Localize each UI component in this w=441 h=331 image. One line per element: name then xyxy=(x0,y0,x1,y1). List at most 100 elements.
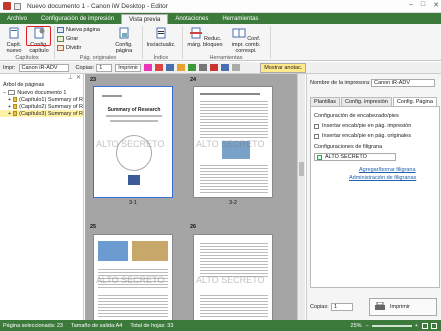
shape-icon[interactable] xyxy=(188,64,197,71)
tree-root[interactable]: − Nuevo documento 1 xyxy=(0,89,83,96)
watermark: ALTO SECRETO xyxy=(196,139,265,149)
select-icon[interactable] xyxy=(232,64,241,71)
tab-config-pagina-pane[interactable]: Config. Página xyxy=(392,97,437,106)
watermark-admin-link[interactable]: Administración de filigranas xyxy=(349,175,416,181)
index-insert-icon xyxy=(156,27,166,39)
copias-label: Copias: xyxy=(75,64,95,71)
tab-herramientas[interactable]: Herramientas xyxy=(215,14,265,24)
expand-icon[interactable]: + xyxy=(8,104,11,110)
tab-archivo[interactable]: Archivo xyxy=(0,14,34,24)
mostrar-anotac-button[interactable]: Mostrar anotac. xyxy=(260,62,307,73)
watermark-combo[interactable]: ALTO SECRETO xyxy=(314,153,396,161)
expand-icon[interactable]: + xyxy=(8,97,11,103)
preview-scrollbar[interactable] xyxy=(297,74,305,320)
tree-item-chapter1[interactable]: + (Capítulo1) Summary of R xyxy=(0,96,83,103)
zoom-out-icon[interactable]: − xyxy=(366,323,369,329)
page-number: 25 xyxy=(90,224,97,230)
tab-config-impresion-pane[interactable]: Config. impresión xyxy=(341,97,392,106)
printer-name-combo[interactable]: Canon iR-ADV xyxy=(371,79,435,87)
group-indice: Índice xyxy=(153,55,169,61)
watermark: ALTO SECRETO xyxy=(96,275,165,285)
nueva-pagina-button[interactable]: Nueva página xyxy=(57,27,100,33)
copies-field[interactable]: 1 xyxy=(331,303,353,311)
page-caption: 3-2 xyxy=(229,200,237,206)
page-number: 26 xyxy=(190,224,197,230)
combined-print-icon xyxy=(232,28,246,38)
separator xyxy=(270,26,271,59)
pin-icon[interactable]: ⊥ xyxy=(68,74,73,82)
line-icon[interactable] xyxy=(199,64,208,71)
tab-vista-previa[interactable]: Vista previa xyxy=(121,14,169,24)
page-thumb-23[interactable]: Summary of Research ALTO SECRETO xyxy=(93,86,173,198)
annotation-icon[interactable] xyxy=(144,64,153,71)
scrollbar-thumb[interactable] xyxy=(299,162,304,176)
ribbon-tabs: Archivo Configuración de impresión Vista… xyxy=(0,13,441,24)
photo-image xyxy=(132,241,168,261)
tab-plantillas[interactable]: Plantillas xyxy=(310,97,341,106)
tab-anotaciones[interactable]: Anotaciones xyxy=(168,14,215,24)
close-pane-icon[interactable]: ✕ xyxy=(76,74,81,82)
print-button[interactable]: Imprimir xyxy=(369,298,437,316)
expand-icon[interactable]: + xyxy=(8,111,11,117)
add-delete-watermark-link[interactable]: Agregar/borrar filigrana xyxy=(359,167,416,173)
app-icon xyxy=(3,2,11,10)
printer-name-label: Nombre de la impresora: xyxy=(310,80,371,86)
photo-image xyxy=(98,241,128,261)
collapse-icon[interactable]: − xyxy=(3,90,6,96)
settings-body: Configuración de encabezado/pies Inserta… xyxy=(310,106,440,288)
page-thumb-25[interactable]: ALTO SECRETO xyxy=(93,234,173,320)
close-button[interactable]: ✕ xyxy=(433,1,439,9)
move-icon[interactable] xyxy=(221,64,230,71)
dividir-button[interactable]: Dividir xyxy=(57,45,81,51)
page-number: 24 xyxy=(190,77,197,83)
document-icon xyxy=(8,90,16,95)
text-icon[interactable] xyxy=(166,64,175,71)
copias-field[interactable]: 1 xyxy=(96,63,113,72)
delete-icon[interactable] xyxy=(210,64,219,71)
new-chapter-icon xyxy=(9,27,19,39)
copies-label: Copias: xyxy=(310,304,329,310)
ribbon: Capít. nuevo Config. capítulo Capítulos … xyxy=(0,24,441,61)
checkbox-row[interactable]: Insertar encab/pie en pág. originales xyxy=(314,133,411,139)
page-thumb-26[interactable]: ALTO SECRETO xyxy=(193,234,273,320)
fit-page-icon[interactable] xyxy=(422,322,428,329)
page-tree-title: Árbol de páginas xyxy=(3,82,45,88)
folder-icon xyxy=(13,111,18,116)
page-thumb-24[interactable]: ALTO SECRETO xyxy=(193,86,273,198)
zoom-slider[interactable] xyxy=(371,324,412,327)
tree-item-chapter2[interactable]: + (Capítulo2) Summary of R xyxy=(0,103,83,110)
tree-item-chapter3[interactable]: + (Capítulo3) Summary of R xyxy=(0,110,83,117)
page-tree-pane: ⊥ ✕ Árbol de páginas − Nuevo documento 1… xyxy=(0,74,84,320)
highlight-box xyxy=(26,26,51,46)
maximize-button[interactable]: □ xyxy=(421,1,425,9)
config-pagina-button[interactable]: Config. página xyxy=(110,27,138,54)
imprimir-button[interactable]: Imprimir xyxy=(115,63,142,72)
checkbox[interactable] xyxy=(314,123,319,129)
group-pag-originales: Pág. originales xyxy=(79,55,117,61)
rotate-icon xyxy=(57,36,64,42)
watermark-section: Configuraciones de filigrana xyxy=(314,144,383,150)
checkbox[interactable] xyxy=(314,133,319,139)
minimize-button[interactable]: – xyxy=(409,1,413,9)
folder-icon xyxy=(13,97,18,102)
highlight-icon[interactable] xyxy=(155,64,164,71)
printer-icon xyxy=(375,302,385,310)
cap-nuevo-button[interactable]: Capít. nuevo xyxy=(3,27,25,54)
quick-access-save-icon[interactable] xyxy=(14,2,21,10)
logo-icon xyxy=(128,175,140,185)
printer-combo[interactable]: Canon iR-ADV xyxy=(18,63,69,72)
reduc-marg-button[interactable]: Reduc. márg. bloqueo xyxy=(187,27,223,48)
settings-pane: Nombre de la impresora: Canon iR-ADV Pla… xyxy=(306,74,441,320)
title-bar: Nuevo documento 1 - Canon iW Desktop - E… xyxy=(0,0,441,13)
new-page-icon xyxy=(57,27,64,33)
zoom-in-icon[interactable]: + xyxy=(415,323,418,329)
stamp-icon[interactable] xyxy=(177,64,186,71)
checkbox-row[interactable]: Insertar encab/pie en pág. impresión xyxy=(314,123,411,129)
fit-width-icon[interactable] xyxy=(431,322,437,329)
tab-config-impresion[interactable]: Configuración de impresión xyxy=(34,14,121,24)
ins-actualiz-button[interactable]: Ins/actualiz. xyxy=(145,27,177,48)
window-title: Nuevo documento 1 - Canon iW Desktop - E… xyxy=(27,2,168,10)
girar-button[interactable]: Girar xyxy=(57,36,78,42)
conf-impr-comb-button[interactable]: Conf. impr. comb. correspi. xyxy=(226,27,266,54)
checkbox[interactable] xyxy=(317,154,322,160)
